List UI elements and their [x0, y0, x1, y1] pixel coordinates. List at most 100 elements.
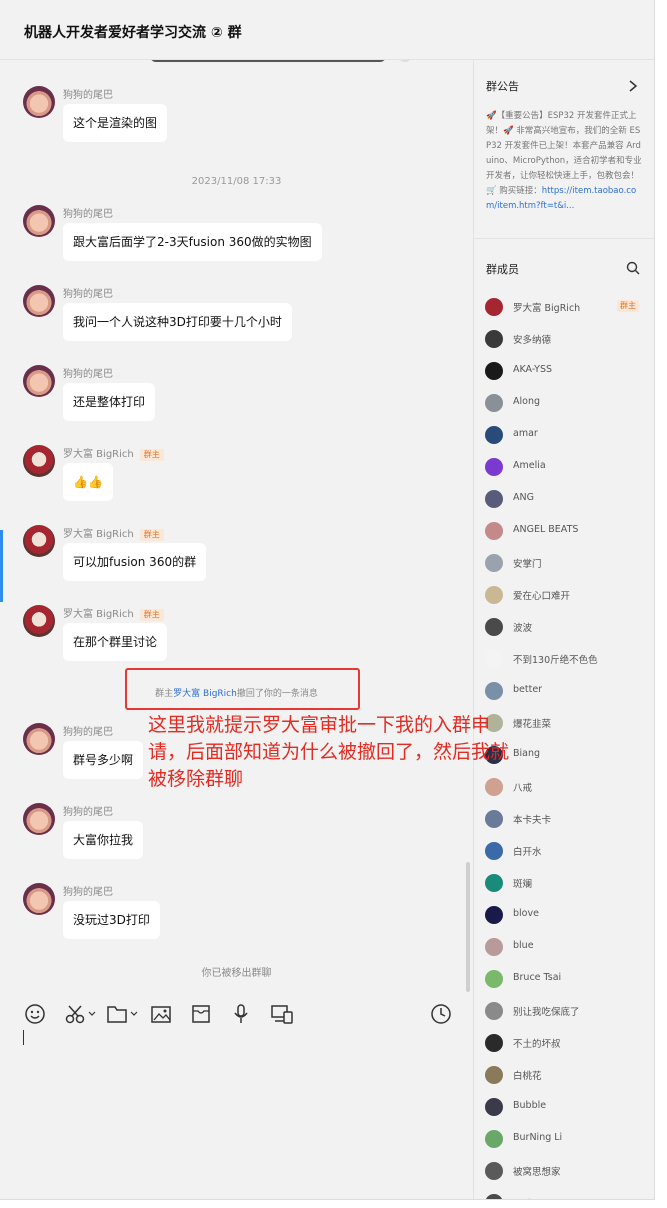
message-bubble[interactable]: 群号多少啊	[63, 741, 144, 779]
avatar[interactable]	[23, 803, 55, 835]
history-clock-icon[interactable]	[430, 1003, 452, 1025]
member-avatar	[485, 1130, 503, 1148]
member-item[interactable]: blove	[485, 905, 650, 925]
member-avatar	[485, 970, 503, 988]
member-item[interactable]: Bruce Tsai	[485, 969, 650, 989]
member-item[interactable]: 罗大富 BigRich 群主	[485, 297, 650, 317]
reaction-dot	[398, 60, 412, 62]
member-item[interactable]: 本卡夫卡	[485, 809, 650, 829]
sender-name: 狗狗的尾巴	[63, 727, 113, 738]
chat-window: 机器人开发者爱好者学习交流 ② 群 狗狗的尾巴 这个是渲染的图 2023/11/…	[0, 0, 655, 1200]
timestamp: 2023/11/08 17:33	[191, 176, 282, 187]
notice-body[interactable]: 🚀【重要公告】ESP32 开发套件正式上架！🚀 非常高兴地宣布，我们的全新 ES…	[486, 109, 644, 214]
message-bubble[interactable]: 可以加fusion 360的群	[63, 543, 207, 581]
message-bubble[interactable]: 👍👍	[63, 463, 113, 501]
chevron-right-icon[interactable]	[628, 80, 638, 92]
member-item[interactable]: 斑斓	[485, 873, 650, 893]
inbox-icon[interactable]	[190, 1003, 212, 1025]
member-item[interactable]: 不到130斤绝不色色	[485, 649, 650, 669]
member-name: Along	[513, 396, 541, 407]
member-avatar	[485, 938, 503, 956]
member-name: 爆花韭菜	[513, 719, 552, 730]
member-name: 白开水	[513, 847, 542, 858]
member-name: better	[513, 684, 543, 695]
avatar[interactable]	[23, 86, 55, 118]
member-avatar	[485, 906, 503, 924]
avatar[interactable]	[23, 285, 55, 317]
member-item[interactable]: ANG	[485, 489, 650, 509]
member-item[interactable]: Amelia	[485, 457, 650, 477]
avatar[interactable]	[23, 205, 55, 237]
member-name: 不土的坏叔	[513, 1039, 561, 1050]
member-item[interactable]: AKA-YSS	[485, 361, 650, 381]
member-item[interactable]: 别让我吃保底了	[485, 1001, 650, 1021]
members-title: 群成员	[486, 263, 519, 276]
message-bubble[interactable]: 我问一个人说这种3D打印要十几个小时	[63, 303, 292, 341]
member-avatar	[485, 554, 503, 572]
member-avatar	[485, 458, 503, 476]
sender-name: 狗狗的尾巴	[63, 90, 113, 101]
scissors-icon[interactable]	[64, 1003, 98, 1025]
input-toolbar	[0, 993, 473, 1033]
member-name: 爱在心口难开	[513, 591, 571, 602]
member-avatar	[485, 522, 503, 540]
avatar[interactable]	[23, 525, 55, 557]
member-avatar	[485, 330, 503, 348]
search-icon[interactable]	[626, 261, 640, 275]
member-item[interactable]: 安多纳德	[485, 329, 650, 349]
message-bubble[interactable]: 跟大富后面学了2-3天fusion 360做的实物图	[63, 223, 322, 261]
member-item[interactable]: 波波	[485, 617, 650, 637]
member-name: 斑斓	[513, 879, 533, 890]
screen-share-icon[interactable]	[270, 1003, 294, 1025]
chat-area[interactable]: 狗狗的尾巴 这个是渲染的图 2023/11/08 17:33 狗狗的尾巴 跟大富…	[0, 60, 473, 993]
folder-icon[interactable]	[106, 1003, 140, 1025]
member-name: ANG	[513, 492, 534, 503]
avatar[interactable]	[23, 605, 55, 637]
member-item[interactable]: 安掌门	[485, 553, 650, 573]
member-item[interactable]: BurNing Li	[485, 1129, 650, 1149]
message-bubble[interactable]: 在那个群里讨论	[63, 623, 168, 661]
microphone-icon[interactable]	[230, 1003, 252, 1025]
message-bubble[interactable]: 还是整体打印	[63, 383, 156, 421]
member-name: 本卡夫卡	[513, 815, 552, 826]
member-item[interactable]: ANGEL BEATS	[485, 521, 650, 541]
member-item[interactable]: blue	[485, 937, 650, 957]
member-item[interactable]: 白桃花	[485, 1065, 650, 1085]
member-avatar	[485, 426, 503, 444]
member-item[interactable]: better	[485, 681, 650, 701]
avatar[interactable]	[23, 365, 55, 397]
member-avatar	[485, 394, 503, 412]
avatar[interactable]	[23, 883, 55, 915]
sender-name: 罗大富 BigRich 群主	[63, 605, 164, 621]
member-item[interactable]: 白开水	[485, 841, 650, 861]
chat-scrollbar[interactable]	[466, 862, 470, 992]
member-item[interactable]: amar	[485, 425, 650, 445]
member-item[interactable]: Along	[485, 393, 650, 413]
owner-badge: 群主	[139, 449, 164, 461]
member-item[interactable]: Bubble	[485, 1097, 650, 1117]
message-bubble[interactable]: 没玩过3D打印	[63, 901, 160, 939]
sender-label: 罗大富 BigRich	[63, 449, 134, 460]
member-item[interactable]: 爱在心口难开	[485, 585, 650, 605]
avatar[interactable]	[23, 445, 55, 477]
owner-badge: 群主	[139, 529, 164, 541]
message-bubble[interactable]: 这个是渲染的图	[63, 104, 168, 142]
sender-name: 狗狗的尾巴	[63, 807, 113, 818]
message-input[interactable]	[0, 1033, 473, 1199]
owner-badge: 群主	[139, 609, 164, 621]
image-icon[interactable]	[150, 1003, 172, 1025]
member-item[interactable]: 不土的坏叔	[485, 1033, 650, 1053]
emoji-icon[interactable]	[24, 1003, 46, 1025]
title-bar: 机器人开发者爱好者学习交流 ② 群	[0, 0, 654, 60]
member-name: 不到130斤绝不色色	[513, 655, 598, 666]
image-message-cut[interactable]	[150, 60, 386, 62]
member-item[interactable]: 不醉	[485, 1193, 650, 1199]
member-name: 安掌门	[513, 559, 542, 570]
member-avatar	[485, 1162, 503, 1180]
member-item[interactable]: 被窝思想家	[485, 1161, 650, 1181]
sender-name: 罗大富 BigRich 群主	[63, 445, 164, 461]
group-title: 机器人开发者爱好者学习交流 ② 群	[24, 25, 242, 41]
avatar[interactable]	[23, 723, 55, 755]
member-avatar	[485, 618, 503, 636]
message-bubble[interactable]: 大富你拉我	[63, 821, 144, 859]
